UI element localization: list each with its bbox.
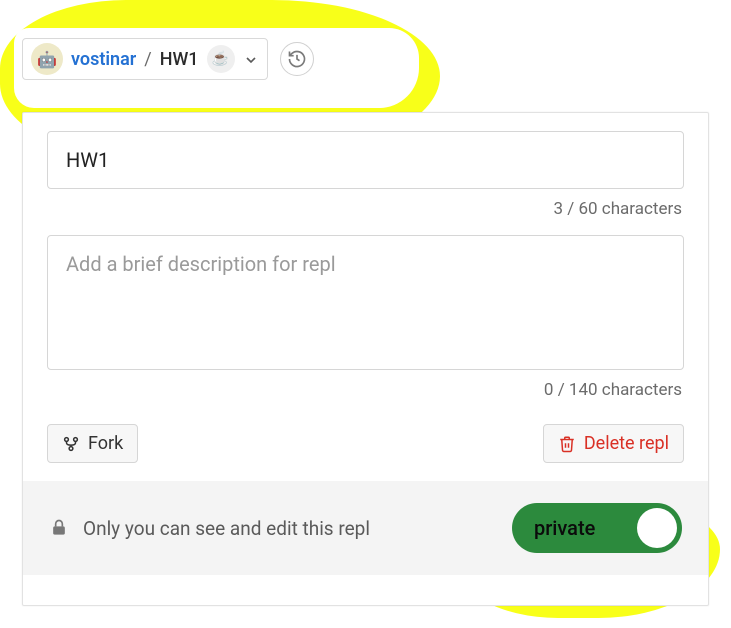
delete-button-label: Delete repl bbox=[584, 433, 669, 454]
breadcrumb: 🤖 vostinar / HW1 ☕ bbox=[22, 38, 314, 80]
description-char-count: 0 / 140 characters bbox=[47, 380, 682, 400]
delete-repl-button[interactable]: Delete repl bbox=[543, 424, 684, 463]
actions-row: Fork Delete repl bbox=[47, 424, 684, 463]
privacy-message: Only you can see and edit this repl bbox=[83, 517, 370, 540]
breadcrumb-repl-name: HW1 bbox=[160, 49, 199, 70]
privacy-bar: Only you can see and edit this repl priv… bbox=[23, 481, 708, 575]
repl-description-input[interactable] bbox=[47, 235, 684, 370]
title-char-count: 3 / 60 characters bbox=[47, 199, 682, 219]
repl-title-input[interactable] bbox=[47, 131, 684, 189]
breadcrumb-separator: / bbox=[144, 49, 151, 70]
trash-icon bbox=[558, 433, 576, 454]
breadcrumb-box: 🤖 vostinar / HW1 ☕ bbox=[22, 38, 268, 80]
chevron-down-icon[interactable] bbox=[243, 50, 259, 69]
fork-button[interactable]: Fork bbox=[47, 424, 138, 463]
lock-icon bbox=[49, 518, 69, 538]
repl-settings-panel: 3 / 60 characters 0 / 140 characters For… bbox=[22, 112, 709, 606]
fork-icon bbox=[62, 433, 80, 454]
breadcrumb-user-link[interactable]: vostinar bbox=[71, 49, 136, 70]
history-icon[interactable] bbox=[280, 42, 314, 76]
language-java-icon: ☕ bbox=[207, 45, 235, 73]
privacy-message-wrap: Only you can see and edit this repl bbox=[49, 517, 370, 540]
fork-button-label: Fork bbox=[88, 433, 123, 454]
privacy-toggle[interactable]: private bbox=[512, 503, 682, 553]
privacy-toggle-label: private bbox=[534, 516, 595, 540]
user-avatar-icon: 🤖 bbox=[31, 43, 63, 75]
toggle-knob-icon bbox=[637, 508, 677, 548]
